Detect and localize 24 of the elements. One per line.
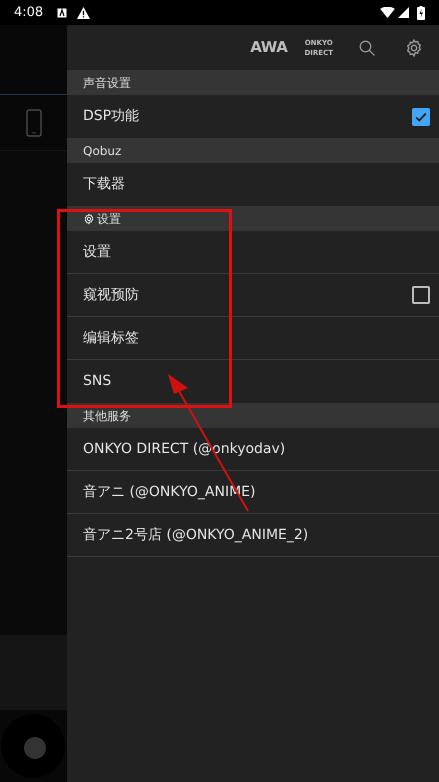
notification-icon (57, 8, 68, 18)
warning-icon (77, 6, 90, 18)
menu-item[interactable]: 设置 (67, 231, 439, 274)
section-title: 其他服务 (83, 408, 131, 424)
search-icon[interactable] (358, 38, 376, 56)
checkbox[interactable] (412, 286, 430, 304)
menu-item[interactable]: 下载器 (67, 163, 439, 206)
signal-icon (398, 7, 409, 18)
menu-item[interactable]: 窥视预防 (67, 274, 439, 317)
menu-item[interactable]: DSP功能 (67, 95, 439, 138)
menu-item[interactable]: 编辑标签 (67, 317, 439, 360)
gear-icon (83, 212, 95, 224)
battery-icon (417, 6, 425, 20)
section-title: 设置 (97, 210, 121, 228)
section-title: 声音设置 (83, 74, 131, 92)
section-title: Qobuz (83, 142, 122, 160)
menu-item[interactable]: 音アニ2号店 (@ONKYO_ANIME_2) (67, 514, 439, 557)
status-time: 4:08 (14, 4, 44, 22)
settings-icon (404, 38, 424, 58)
menu-item[interactable]: SNS (67, 360, 439, 403)
checkbox[interactable] (412, 108, 430, 126)
wifi-icon (380, 7, 395, 18)
phone-icon (26, 108, 42, 136)
awa-logo[interactable]: AWA (250, 36, 288, 59)
